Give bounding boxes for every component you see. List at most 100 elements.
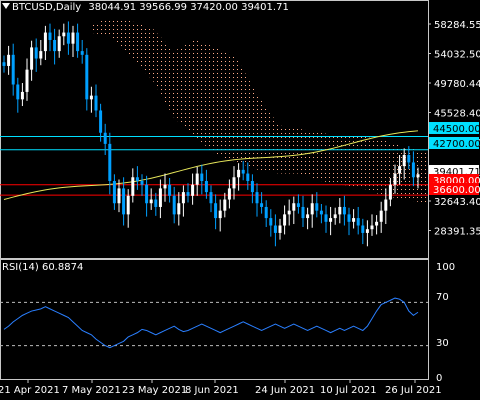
candle-body [361,225,365,233]
candle-body [407,155,411,163]
candle-body [149,199,153,204]
candle-body [232,177,236,189]
candle-body [370,225,374,230]
date-axis-label: 21 Apr 2021 [0,385,60,396]
candle-body [195,173,199,185]
candle-body [71,32,75,44]
candle-body [241,169,245,174]
price-tag-label: 44500.00 [433,124,480,135]
candle-body [99,110,103,133]
candle-body [329,218,333,222]
candle-body [402,155,406,167]
candle-body [140,180,144,185]
timeframe-dropdown-icon[interactable] [2,3,10,9]
candle-body [154,199,158,207]
candle-body [145,184,149,204]
candle-body [306,214,310,219]
candle-body [34,47,38,59]
candle-body [379,210,383,222]
candle-body [66,32,70,44]
candle-body [283,214,287,226]
candle-body [191,184,195,196]
date-axis-label: 7 May 2021 [62,385,121,396]
price-scale-label: 32643.40 [434,197,480,208]
price-tag-label: 42700.00 [433,139,480,150]
candle-body [255,192,259,204]
candle-body [53,39,57,52]
candle-body [287,210,291,215]
chart-header: BTCUSD,Daily 38044.91 39566.99 37420.00 … [12,2,289,14]
candle-body [264,206,268,219]
candle-body [20,91,24,100]
candle-body [246,173,250,181]
candle-body [57,36,61,52]
candle-body [108,143,112,181]
candle-body [117,188,121,204]
candle-body [16,84,20,100]
candle-body [103,132,107,144]
candle-body [7,54,11,66]
candle-body [39,51,43,59]
date-axis-label: 10 Jul 2021 [320,385,377,396]
rsi-line [3,297,419,349]
candle-body [2,62,6,66]
candle-body [296,203,300,207]
symbol-label: BTCUSD,Daily [12,2,82,13]
candle-body [416,174,420,178]
rsi-scale-label: 70 [436,292,449,303]
ichimoku-cloud [90,17,426,204]
date-axis-label: 26 Jul 2021 [385,385,442,396]
candle-body [131,177,135,196]
candle-body [181,192,185,204]
candle-body [338,206,342,215]
candle-body [135,177,139,181]
date-axis-label: 24 Jun 2021 [255,385,315,396]
candle-body [25,69,29,92]
candle-body [411,162,415,178]
candle-body [85,54,89,100]
candle-body [122,188,126,215]
candle-body [375,221,379,226]
candle-body [214,203,218,219]
candle-body [126,195,130,215]
rsi-scale-label: 30 [436,338,449,349]
candle-body [269,218,273,226]
candle-body [315,203,319,211]
candle-body [237,169,241,178]
rsi-title: RSI(14) 60.8874 [2,262,84,273]
candle-body [177,203,181,215]
candle-body [227,188,231,200]
candle-body [324,214,328,222]
candle-body [200,173,204,181]
candle-body [352,218,356,222]
date-axis-label: 8 Jun 2021 [185,385,239,396]
candle-body [30,47,34,70]
price-scale-label: 49780.44 [434,79,480,90]
candle-body [11,54,15,85]
ohlc-readout: 38044.91 39566.99 37420.00 39401.71 [88,2,289,13]
candle-body [278,225,282,233]
candle-body [310,203,314,215]
candle-body [347,214,351,222]
candle-body [398,166,402,174]
candle-body [301,206,305,219]
candle-body [158,188,162,207]
date-axis-label: 23 May 2021 [122,385,187,396]
candle-body [48,32,52,40]
candle-body [80,51,84,55]
price-scale-label: 58284.55 [434,20,480,31]
candle-body [260,203,264,207]
price-chart-canvas[interactable]: 58284.5554032.5049780.4445528.4041147.50… [0,0,480,400]
candle-body [168,184,172,196]
candle-body [365,229,369,233]
rsi-pane-frame [0,259,429,380]
candle-body [319,210,323,215]
price-scale-label: 45528.40 [434,109,480,120]
candle-body [342,206,346,215]
candle-body [223,199,227,211]
candle-body [250,180,254,193]
candle-body [384,199,388,211]
candle-body [209,192,213,204]
rsi-scale-label: 100 [436,262,455,273]
candle-body [89,95,93,100]
